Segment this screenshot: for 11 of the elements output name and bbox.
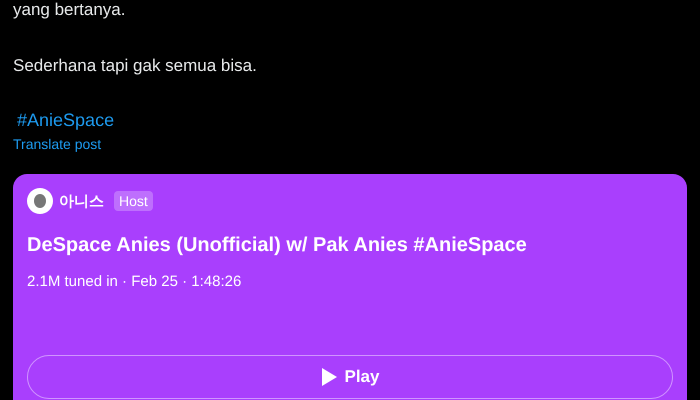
host-name: 아니스 — [59, 192, 104, 210]
hashtag-link[interactable]: #AnieSpace — [17, 108, 114, 132]
post-text: yang bertanya. — [13, 0, 126, 21]
play-icon — [320, 368, 336, 386]
space-title: DeSpace Anies (Unofficial) w/ Pak Anies #AnieSpace — [27, 234, 528, 257]
host-badge: Host — [114, 191, 153, 211]
avatar-icon — [27, 188, 53, 214]
translate-link[interactable]: Translate post — [13, 135, 102, 153]
space-meta: 2.1M tuned in · Feb 25 · 1:48:26 — [27, 273, 242, 290]
play-button[interactable]: Play — [27, 355, 673, 399]
post-text: Sederhana tapi gak semua bisa. — [13, 55, 258, 77]
